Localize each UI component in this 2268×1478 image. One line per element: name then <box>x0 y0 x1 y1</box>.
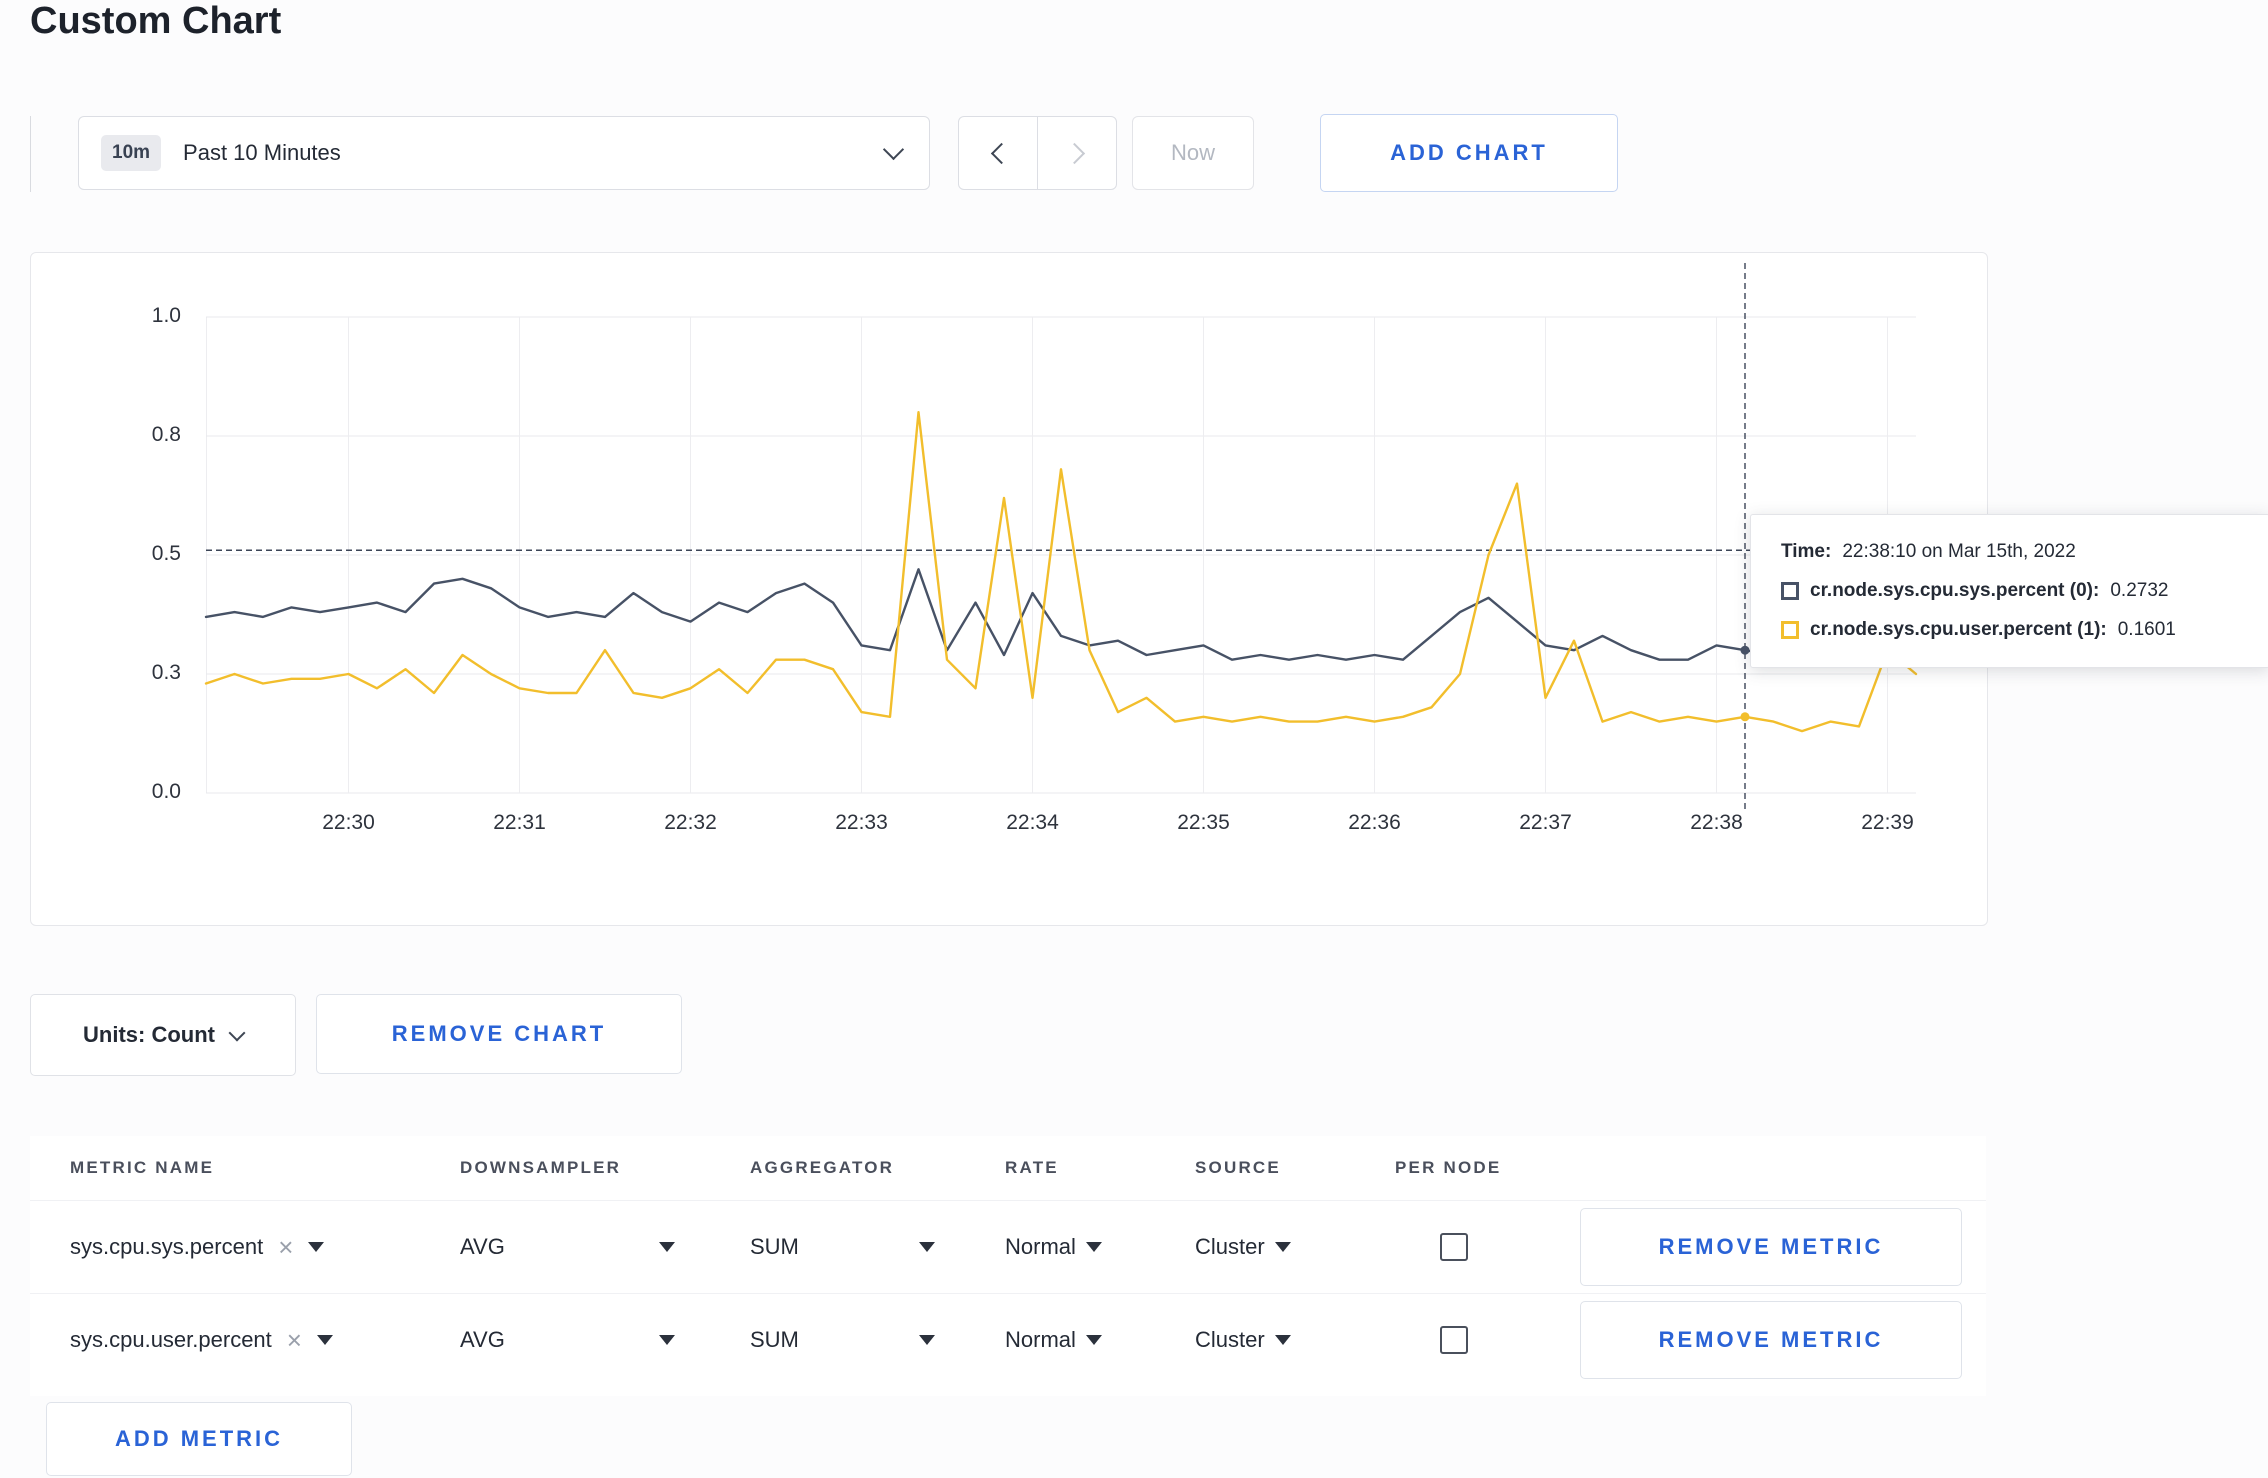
remove-metric-button[interactable]: REMOVE METRIC <box>1580 1301 1962 1379</box>
add-chart-button[interactable]: ADD CHART <box>1320 114 1618 192</box>
series-user-swatch-icon <box>1781 621 1799 639</box>
x-axis-tick-label: 22:36 <box>1348 811 1401 834</box>
remove-metric-button[interactable]: REMOVE METRIC <box>1580 1208 1962 1286</box>
header-rate: RATE <box>1005 1158 1059 1177</box>
units-select[interactable]: Units: Count <box>30 994 296 1076</box>
downsampler-select[interactable]: AVG <box>460 1234 675 1260</box>
metric-row: sys.cpu.sys.percent × AVG SUM Normal Clu… <box>30 1200 1986 1293</box>
metric-row: sys.cpu.user.percent × AVG SUM Normal Cl… <box>30 1293 1986 1386</box>
source-select[interactable]: Cluster <box>1195 1234 1395 1260</box>
metrics-table-header: METRIC NAME DOWNSAMPLER AGGREGATOR RATE … <box>30 1136 1986 1200</box>
x-axis-labels: 22:30 22:31 22:32 22:33 22:34 22:35 22:36 22:37… <box>206 811 1916 851</box>
aggregator-value: SUM <box>750 1327 799 1352</box>
chart-panel: 0.0 0.3 0.5 0.8 1.0 22:30 22:31 22:32 22:33 22:3… <box>30 252 1988 926</box>
chevron-down-icon <box>882 138 905 161</box>
chevron-right-icon <box>1063 142 1085 164</box>
chart-hover-tooltip: Time: 22:38:10 on Mar 15th, 2022 cr.node… <box>1750 514 2268 668</box>
caret-down-icon <box>308 1242 325 1252</box>
aggregator-select[interactable]: SUM <box>750 1327 935 1353</box>
chevron-left-icon <box>990 142 1012 164</box>
x-axis-tick-label: 22:30 <box>322 811 375 834</box>
x-axis-tick-label: 22:35 <box>1177 811 1230 834</box>
y-axis-tick-label: 0.0 <box>151 780 181 803</box>
tooltip-series-value: 0.1601 <box>2117 619 2176 640</box>
caret-down-icon <box>1085 1335 1102 1345</box>
y-axis-tick-label: 0.3 <box>151 661 181 684</box>
add-metric-button[interactable]: ADD METRIC <box>46 1402 352 1476</box>
metrics-table: METRIC NAME DOWNSAMPLER AGGREGATOR RATE … <box>30 1136 1986 1396</box>
rate-value: Normal <box>1005 1234 1076 1259</box>
tooltip-series-label: cr.node.sys.cpu.user.percent (1): <box>1810 619 2107 640</box>
y-axis-labels: 0.0 0.3 0.5 0.8 1.0 <box>61 304 181 803</box>
header-metric-name: METRIC NAME <box>70 1158 215 1177</box>
caret-down-icon <box>659 1242 675 1252</box>
source-select[interactable]: Cluster <box>1195 1327 1395 1353</box>
per-node-checkbox[interactable] <box>1440 1326 1468 1354</box>
downsampler-value: AVG <box>460 1327 505 1352</box>
clear-metric-icon[interactable]: × <box>278 1234 293 1260</box>
time-range-badge: 10m <box>101 135 162 171</box>
x-axis-tick-label: 22:34 <box>1006 811 1059 834</box>
downsampler-value: AVG <box>460 1234 505 1259</box>
x-axis-tick-label: 22:39 <box>1861 811 1914 834</box>
tooltip-series-row: cr.node.sys.cpu.user.percent (1): 0.1601 <box>1781 619 2239 641</box>
time-prev-button[interactable] <box>958 116 1038 190</box>
toolbar-left-divider <box>30 116 31 192</box>
x-axis-tick-label: 22:37 <box>1519 811 1572 834</box>
remove-chart-button[interactable]: REMOVE CHART <box>316 994 682 1074</box>
time-range-select[interactable]: 10m Past 10 Minutes <box>78 116 930 190</box>
tooltip-series-value: 0.2732 <box>2110 580 2169 601</box>
time-next-button[interactable] <box>1037 116 1117 190</box>
header-source: SOURCE <box>1195 1158 1281 1177</box>
aggregator-value: SUM <box>750 1234 799 1259</box>
header-downsampler: DOWNSAMPLER <box>460 1158 622 1177</box>
source-value: Cluster <box>1195 1234 1265 1259</box>
header-per-node: PER NODE <box>1395 1158 1502 1177</box>
now-button[interactable]: Now <box>1132 116 1254 190</box>
tooltip-series-row: cr.node.sys.cpu.sys.percent (0): 0.2732 <box>1781 580 2239 602</box>
units-label: Units: Count <box>83 1022 215 1047</box>
metric-name-label: sys.cpu.sys.percent <box>70 1234 264 1259</box>
metric-name-select[interactable]: sys.cpu.user.percent × <box>70 1327 460 1353</box>
clear-metric-icon[interactable]: × <box>287 1327 302 1353</box>
x-axis-tick-label: 22:32 <box>664 811 717 834</box>
rate-value: Normal <box>1005 1327 1076 1352</box>
caret-down-icon <box>919 1242 935 1252</box>
source-value: Cluster <box>1195 1327 1265 1352</box>
rate-select[interactable]: Normal <box>1005 1327 1195 1353</box>
chart-plot-svg[interactable] <box>204 263 1918 811</box>
y-axis-tick-label: 0.5 <box>151 542 181 565</box>
time-nav-group <box>958 116 1117 190</box>
tooltip-time-label: Time: <box>1781 541 1832 562</box>
y-axis-tick-label: 0.8 <box>151 423 181 446</box>
x-axis-tick-label: 22:38 <box>1690 811 1743 834</box>
chevron-down-icon <box>228 1024 246 1041</box>
caret-down-icon <box>1085 1242 1102 1252</box>
x-axis-tick-label: 22:31 <box>493 811 546 834</box>
header-aggregator: AGGREGATOR <box>750 1158 895 1177</box>
series-sys-swatch-icon <box>1781 582 1799 600</box>
metric-name-label: sys.cpu.user.percent <box>70 1327 272 1352</box>
downsampler-select[interactable]: AVG <box>460 1327 675 1353</box>
tooltip-time-value: 22:38:10 on Mar 15th, 2022 <box>1842 541 2076 562</box>
metric-name-select[interactable]: sys.cpu.sys.percent × <box>70 1234 460 1260</box>
caret-down-icon <box>919 1335 935 1345</box>
rate-select[interactable]: Normal <box>1005 1234 1195 1260</box>
x-axis-tick-label: 22:33 <box>835 811 888 834</box>
aggregator-select[interactable]: SUM <box>750 1234 935 1260</box>
per-node-checkbox[interactable] <box>1440 1233 1468 1261</box>
page-title: Custom Chart <box>30 0 282 42</box>
caret-down-icon <box>1274 1242 1291 1252</box>
tooltip-series-label: cr.node.sys.cpu.sys.percent (0): <box>1810 580 2100 601</box>
caret-down-icon <box>1274 1335 1291 1345</box>
time-range-label: Past 10 Minutes <box>183 140 341 165</box>
caret-down-icon <box>316 1335 333 1345</box>
caret-down-icon <box>659 1335 675 1345</box>
y-axis-tick-label: 1.0 <box>151 304 181 327</box>
tooltip-time-row: Time: 22:38:10 on Mar 15th, 2022 <box>1781 541 2239 563</box>
